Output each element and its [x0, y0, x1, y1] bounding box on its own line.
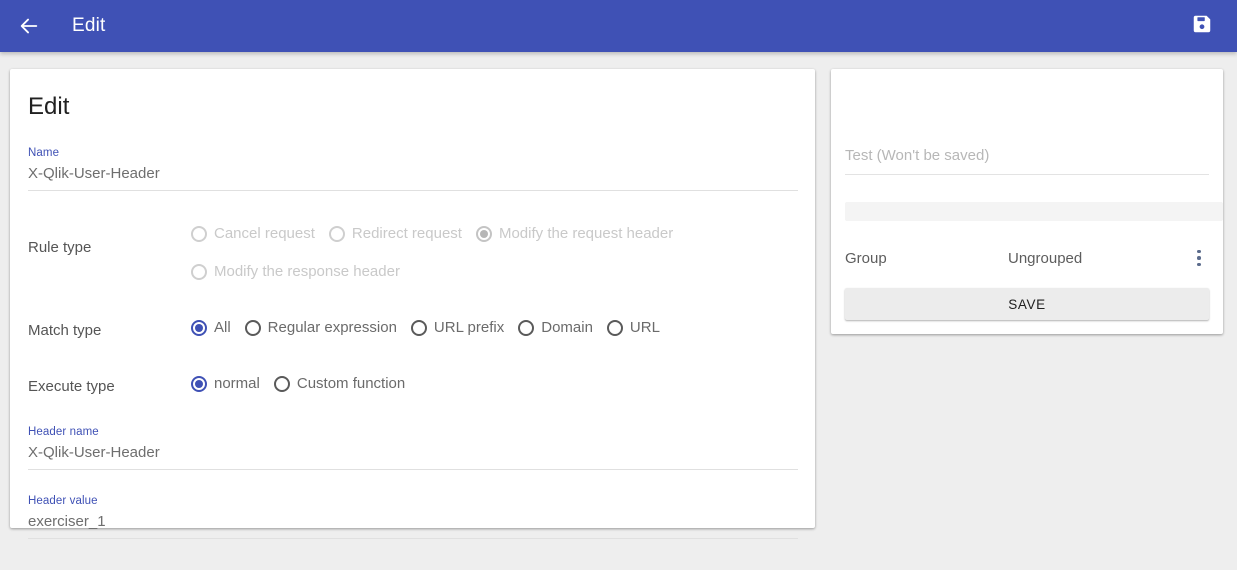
match-type-option-all[interactable]: All [191, 311, 231, 345]
header-name-field-label: Header name [28, 426, 99, 438]
group-label: Group [845, 249, 887, 267]
rule-type-option-modify-request-header: Modify the request header [475, 217, 674, 251]
execute-type-options: normal Custom function [191, 367, 419, 401]
match-type-option-url[interactable]: URL [606, 311, 660, 345]
form-title: Edit [28, 93, 70, 120]
radio-icon [410, 320, 427, 336]
name-field-group: Name X-Qlik-User-Header [28, 146, 798, 191]
header-name-input[interactable]: X-Qlik-User-Header [28, 439, 798, 470]
back-button[interactable] [12, 9, 46, 43]
radio-label: Domain [541, 319, 593, 336]
app-toolbar: Edit [0, 0, 1237, 52]
test-field-group [845, 143, 1209, 175]
execute-type-option-normal[interactable]: normal [191, 367, 260, 401]
radio-label: URL [629, 319, 660, 336]
radio-icon [191, 264, 207, 280]
radio-label: Modify the request header [498, 225, 674, 242]
radio-icon [244, 320, 261, 336]
arrow-left-icon [18, 15, 40, 37]
rule-type-label: Rule type [28, 239, 92, 256]
radio-icon-selected [191, 320, 207, 336]
radio-label: Custom function [296, 375, 406, 392]
rule-type-option-redirect-request: Redirect request [328, 217, 462, 251]
rule-type-option-cancel-request: Cancel request [191, 217, 315, 251]
match-type-label: Match type [28, 322, 102, 339]
radio-label: Modify the response header [214, 263, 400, 280]
header-value-field-label: Header value [28, 495, 98, 507]
name-field-label: Name [28, 147, 60, 159]
execute-type-option-custom-function[interactable]: Custom function [273, 367, 406, 401]
group-row: Group Ungrouped [845, 245, 1209, 271]
execute-type-label: Execute type [28, 378, 115, 395]
floppy-disk-save-icon [1191, 13, 1213, 40]
match-type-row: Match type All Regular expression URL pr… [28, 311, 797, 345]
match-type-option-regular-expression[interactable]: Regular expression [244, 311, 397, 345]
match-type-option-domain[interactable]: Domain [518, 311, 593, 345]
radio-icon [606, 320, 623, 336]
radio-icon [518, 320, 535, 336]
toolbar-save-button[interactable] [1185, 9, 1219, 43]
radio-icon-selected [191, 376, 207, 392]
radio-label: normal [214, 375, 260, 392]
radio-icon [328, 226, 345, 242]
header-value-input[interactable]: exerciser_1 [28, 508, 798, 539]
edit-form-card: Edit Name X-Qlik-User-Header Rule type C… [10, 69, 815, 539]
execute-type-row: Execute type normal Custom function [28, 367, 797, 401]
edit-form-body: Edit Name X-Qlik-User-Header Rule type C… [10, 69, 815, 539]
radio-label: URL prefix [433, 319, 505, 336]
radio-icon-selected [475, 226, 492, 242]
radio-icon [273, 376, 290, 392]
radio-label: All [214, 319, 231, 336]
radio-icon [191, 226, 207, 242]
test-panel-card: Group Ungrouped SAVE [831, 69, 1223, 334]
rule-type-row: Rule type Cancel request Redirect reques… [28, 217, 797, 289]
group-value[interactable]: Ungrouped [1008, 250, 1189, 267]
header-value-field-group: Header value exerciser_1 [28, 494, 798, 539]
save-button[interactable]: SAVE [845, 288, 1209, 320]
header-name-field-group: Header name X-Qlik-User-Header [28, 425, 798, 470]
match-type-option-url-prefix[interactable]: URL prefix [410, 311, 505, 345]
test-input[interactable] [845, 143, 1209, 175]
radio-label: Redirect request [351, 225, 462, 242]
more-vertical-icon[interactable] [1189, 247, 1209, 269]
rule-type-options: Cancel request Redirect request Modify t… [191, 217, 751, 289]
radio-label: Cancel request [214, 225, 315, 242]
test-result-bar [845, 202, 1223, 221]
rule-type-option-modify-response-header: Modify the response header [191, 255, 400, 289]
test-panel-body: Group Ungrouped SAVE [831, 69, 1223, 334]
name-input[interactable]: X-Qlik-User-Header [28, 160, 798, 191]
match-type-options: All Regular expression URL prefix Domain [191, 311, 674, 345]
radio-label: Regular expression [267, 319, 397, 336]
page-title: Edit [72, 15, 106, 36]
